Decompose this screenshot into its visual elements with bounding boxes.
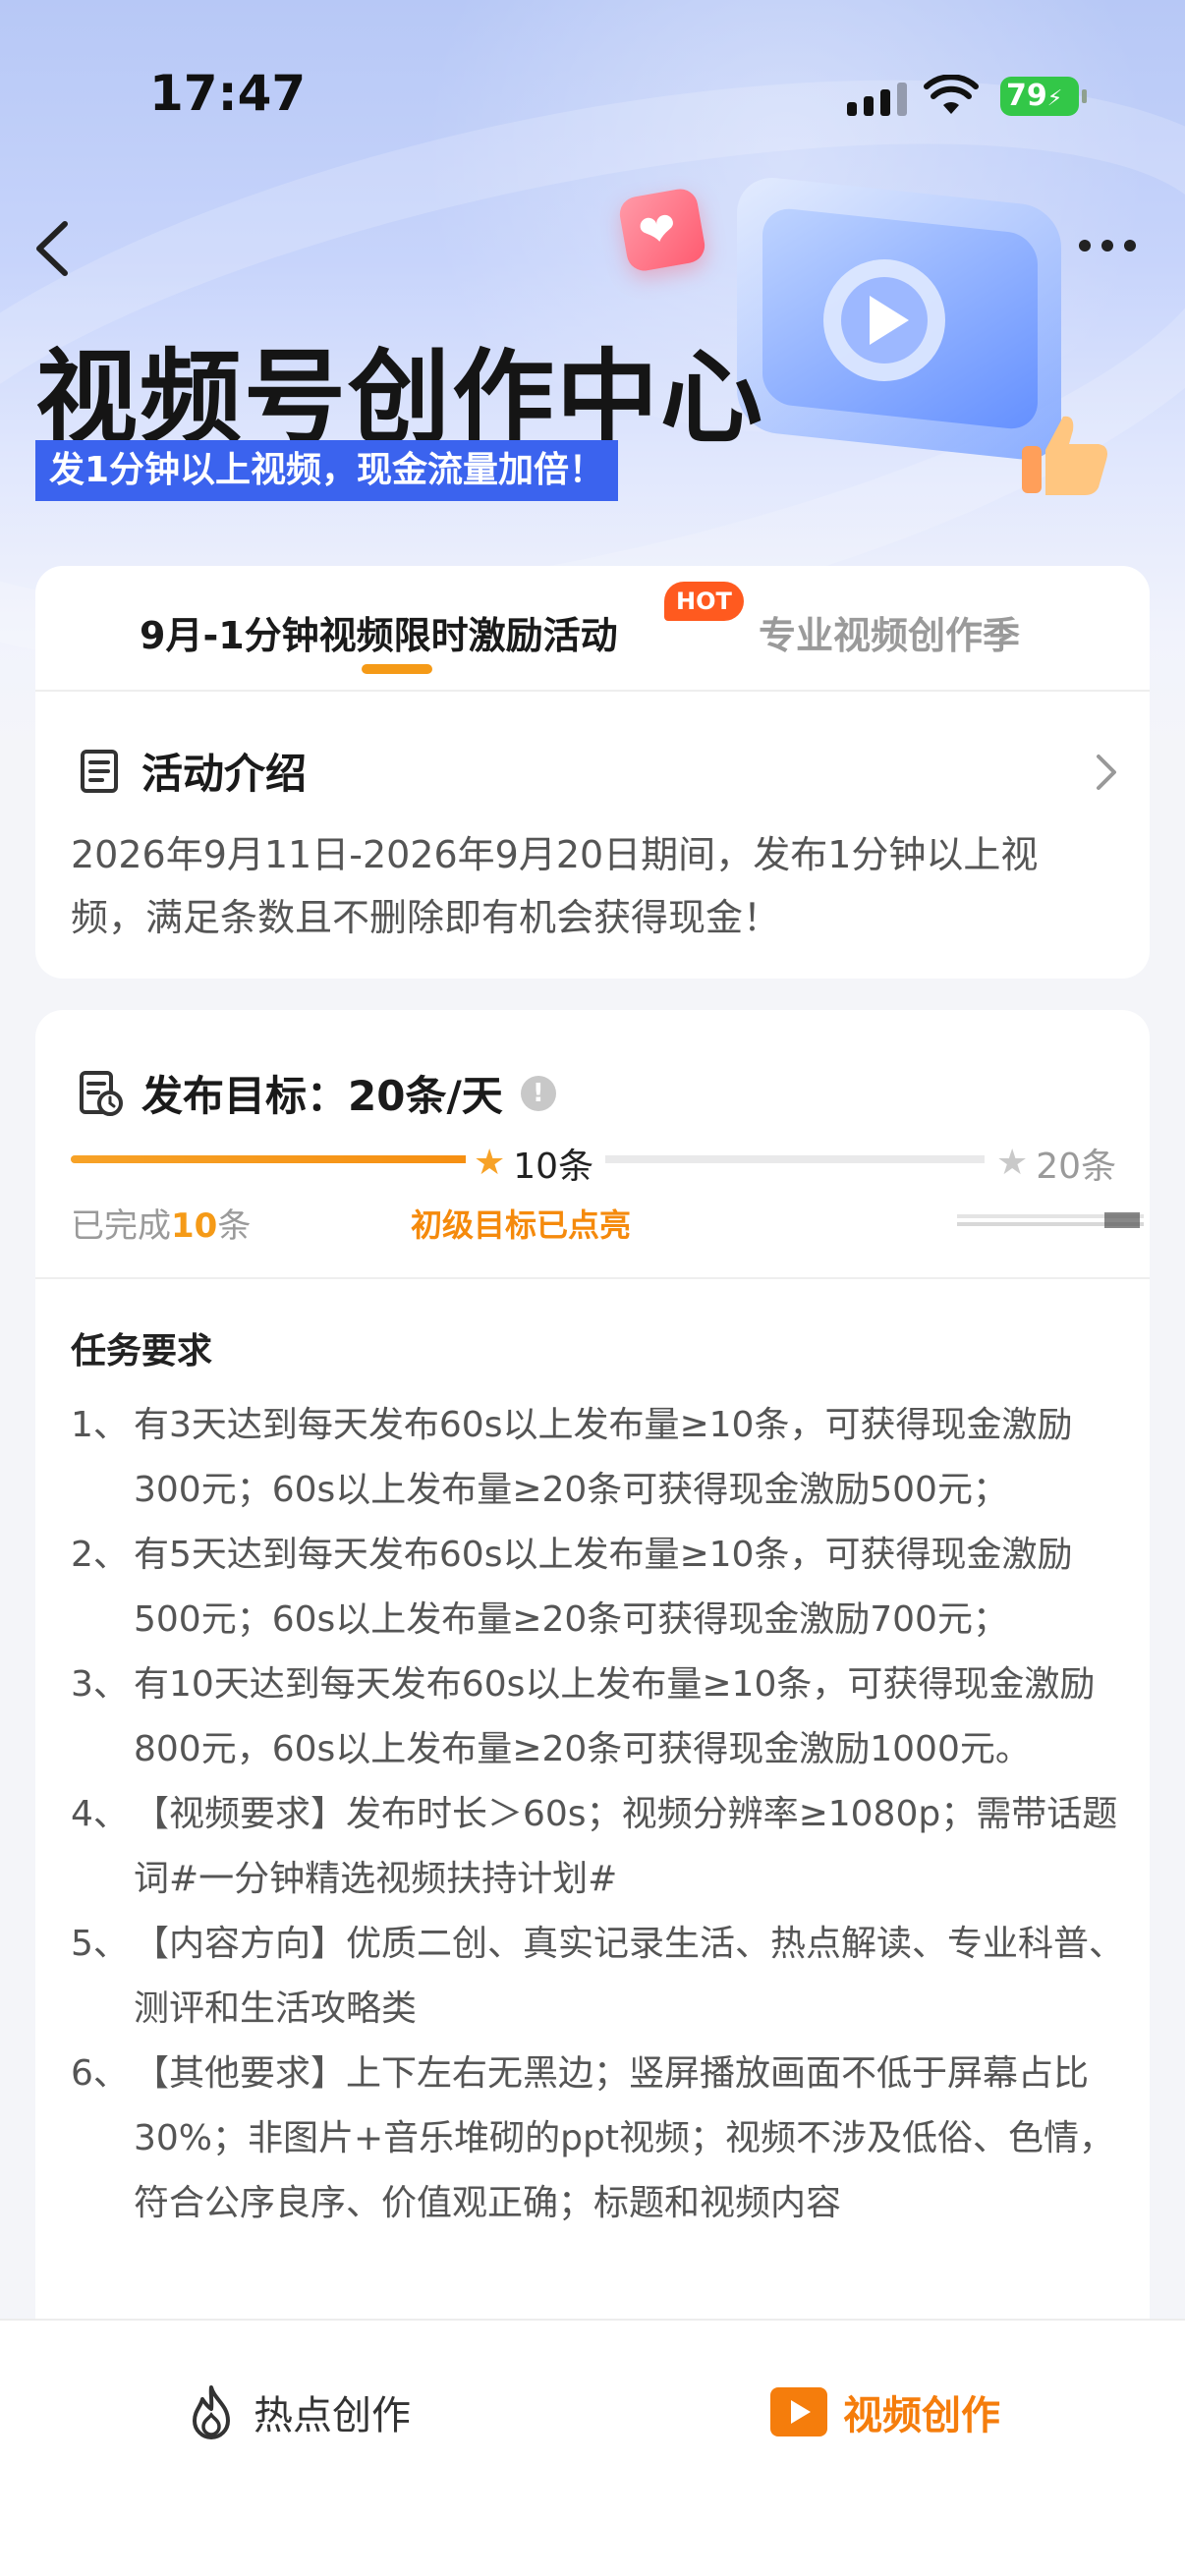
list-item: 4、 【视频要求】发布时长＞60s；视频分辨率≥1080p；需带话题词#一分钟精选… bbox=[71, 1782, 1132, 1912]
target-title: 发布目标：20条/天 bbox=[141, 1072, 503, 1120]
completed-number: 10 bbox=[171, 1206, 218, 1246]
item-text: 有3天达到每天发布60s以上发布量≥10条，可获得现金激励300元；60s以上发… bbox=[134, 1405, 1073, 1510]
item-text: 【视频要求】发布时长＞60s；视频分辨率≥1080p；需带话题词#一分钟精选视频… bbox=[134, 1794, 1118, 1899]
item-number: 2、 bbox=[71, 1535, 129, 1575]
hot-badge: HOT bbox=[664, 582, 744, 621]
battery-icon: 79⚡ bbox=[1000, 77, 1087, 116]
hot-topic-create-button[interactable]: 热点创作 bbox=[185, 2383, 411, 2440]
requirements-list: 1、 有3天达到每天发布60s以上发布量≥10条，可获得现金激励300元；60s以… bbox=[71, 1393, 1132, 2236]
item-text: 【其他要求】上下左右无黑边；竖屏播放画面不低于屏幕占比30%；非图片+音乐堆砌的… bbox=[134, 2053, 1114, 2223]
video-create-button[interactable]: 视频创作 bbox=[770, 2383, 1000, 2440]
list-item: 1、 有3天达到每天发布60s以上发布量≥10条，可获得现金激励300元；60s以… bbox=[71, 1393, 1132, 1523]
level-status: 初级目标已点亮 bbox=[411, 1206, 632, 1244]
item-text: 【内容方向】优质二创、真实记录生活、热点解读、专业科普、测评和生活攻略类 bbox=[134, 1924, 1125, 2029]
activity-card: 9月-1分钟视频限时激励活动 HOT 专业视频创作季 活动介绍 2026年9月1… bbox=[35, 566, 1150, 979]
list-item: 2、 有5天达到每天发布60s以上发布量≥10条，可获得现金激励500元；60s以… bbox=[71, 1523, 1132, 1652]
completed-prefix: 已完成 bbox=[71, 1206, 171, 1246]
intro-title: 活动介绍 bbox=[141, 750, 308, 798]
completed-count: 已完成10条 bbox=[71, 1199, 251, 1247]
back-arrow-icon[interactable] bbox=[29, 214, 79, 283]
intro-header[interactable]: 活动介绍 bbox=[79, 741, 307, 801]
tab-pro-creation-season[interactable]: 专业视频创作季 bbox=[759, 605, 1020, 659]
thumbs-up-icon bbox=[1022, 416, 1107, 495]
play-icon bbox=[770, 2387, 827, 2436]
battery-level: 79 bbox=[1006, 79, 1047, 113]
milestone-10: ★ 10条 bbox=[466, 1138, 606, 1189]
cellular-signal-icon bbox=[847, 81, 907, 116]
info-icon[interactable]: ! bbox=[520, 1075, 556, 1111]
item-number: 5、 bbox=[71, 1924, 129, 1964]
item-number: 1、 bbox=[71, 1405, 129, 1445]
completed-suffix: 条 bbox=[217, 1206, 252, 1246]
active-tab-indicator bbox=[362, 664, 432, 674]
bottom-action-bar: 热点创作 视频创作 bbox=[0, 2319, 1185, 2576]
item-number: 3、 bbox=[71, 1664, 129, 1705]
wifi-icon bbox=[924, 75, 979, 114]
list-item: 5、 【内容方向】优质二创、真实记录生活、热点解读、专业科普、测评和生活攻略类 bbox=[71, 1912, 1132, 2042]
milestone-10-label: 10条 bbox=[513, 1147, 594, 1187]
target-card: 发布目标：20条/天 ! ★ 10条 ★ 20条 已完成10条 初级目标已点亮 … bbox=[35, 1010, 1150, 2543]
item-text: 有10天达到每天发布60s以上发布量≥10条，可获得现金激励800元，60s以上… bbox=[134, 1664, 1096, 1769]
tab-bar: 9月-1分钟视频限时激励活动 HOT 专业视频创作季 bbox=[35, 566, 1150, 692]
tab-september-activity[interactable]: 9月-1分钟视频限时激励活动 bbox=[140, 605, 618, 659]
heart-icon: ❤ bbox=[617, 186, 707, 274]
item-number: 6、 bbox=[71, 2053, 129, 2094]
document-icon bbox=[81, 749, 118, 793]
intro-description: 2026年9月11日-2026年9月20日期间，发布1分钟以上视频，满足条数且不… bbox=[71, 833, 1039, 939]
list-item: 6、 【其他要求】上下左右无黑边；竖屏播放画面不低于屏幕占比30%；非图片+音乐堆… bbox=[71, 2042, 1132, 2236]
flame-icon bbox=[193, 2385, 230, 2439]
chevron-right-icon[interactable] bbox=[1091, 751, 1120, 794]
page-subtitle: 发1分钟以上视频，现金流量加倍！ bbox=[35, 440, 619, 501]
hot-topic-create-label: 热点创作 bbox=[254, 2393, 411, 2438]
star-empty-icon: ★ bbox=[996, 1143, 1029, 1183]
blurred-text bbox=[957, 1212, 1144, 1228]
requirements-title: 任务要求 bbox=[71, 1331, 213, 1372]
status-bar: 17:47 79⚡ bbox=[0, 0, 1185, 147]
item-text: 有5天达到每天发布60s以上发布量≥10条，可获得现金激励500元；60s以上发… bbox=[134, 1535, 1073, 1640]
status-time: 17:47 bbox=[149, 65, 307, 122]
milestone-20: ★ 20条 bbox=[985, 1138, 1121, 1189]
star-filled-icon: ★ bbox=[474, 1143, 506, 1183]
divider bbox=[35, 1277, 1150, 1279]
item-number: 4、 bbox=[71, 1794, 129, 1834]
list-item: 3、 有10天达到每天发布60s以上发布量≥10条，可获得现金激励800元，60s… bbox=[71, 1652, 1132, 1782]
milestone-20-label: 20条 bbox=[1036, 1147, 1117, 1187]
video-create-label: 视频创作 bbox=[843, 2393, 1000, 2438]
target-header: 发布目标：20条/天 ! bbox=[79, 1063, 556, 1123]
publish-target-icon bbox=[80, 1070, 123, 1116]
